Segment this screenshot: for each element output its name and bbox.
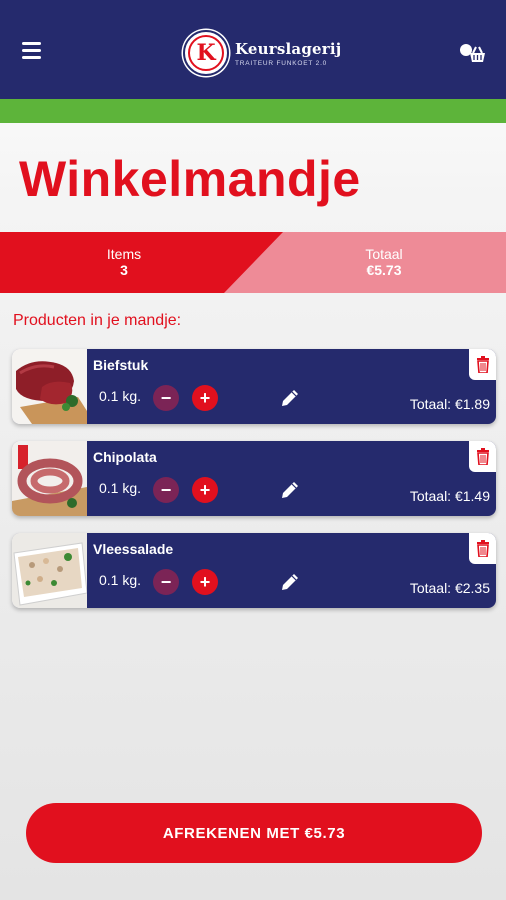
product-card: Chipolata 0.1 kg. − + Totaal: €1.49: [12, 441, 496, 516]
summary-total: Totaal €5.73: [324, 246, 444, 278]
product-card: Vleessalade 0.1 kg. − + Totaal: €2.35: [12, 533, 496, 608]
plus-icon[interactable]: +: [192, 569, 218, 595]
items-value: 3: [120, 262, 128, 278]
product-image: [12, 441, 87, 516]
product-name: Biefstuk: [93, 357, 149, 373]
product-total: Totaal: €2.35: [409, 580, 490, 596]
plus-icon[interactable]: +: [192, 385, 218, 411]
brand-title: Keurslagerij: [235, 39, 342, 58]
plus-icon[interactable]: +: [192, 477, 218, 503]
page-title: Winkelmandje: [19, 151, 361, 207]
cart-icon[interactable]: [458, 40, 488, 66]
section-label: Producten in je mandje:: [13, 312, 182, 329]
brand-subtitle: TRAITEUR FUNKOET 2.0: [235, 59, 328, 67]
total-label: Totaal: [365, 246, 403, 262]
checkout-button[interactable]: AFREKENEN MET €5.73: [26, 803, 482, 863]
product-name: Vleessalade: [93, 541, 174, 557]
menu-icon[interactable]: [22, 42, 46, 62]
product-image: [12, 349, 87, 424]
product-quantity: 0.1 kg.: [99, 388, 142, 404]
items-label: Items: [106, 246, 142, 262]
brand-logo: K Keurslagerij TRAITEUR FUNKOET 2.0: [183, 30, 341, 76]
product-quantity: 0.1 kg.: [99, 480, 142, 496]
logo-emblem: K: [183, 30, 229, 76]
cart-summary: Items 3 Totaal €5.73: [0, 232, 506, 293]
trash-icon[interactable]: [469, 349, 496, 380]
pencil-icon[interactable]: [279, 387, 301, 409]
trash-icon[interactable]: [469, 441, 496, 472]
product-card: Biefstuk 0.1 kg. − + Totaal: €1.89: [12, 349, 496, 424]
total-value: €5.73: [366, 262, 402, 278]
green-accent-strip: [0, 99, 506, 123]
pencil-icon[interactable]: [279, 479, 301, 501]
product-quantity: 0.1 kg.: [99, 572, 142, 588]
minus-icon[interactable]: −: [153, 569, 179, 595]
product-total: Totaal: €1.49: [409, 488, 490, 504]
summary-items: Items 3: [64, 246, 184, 278]
product-name: Chipolata: [93, 449, 157, 465]
product-total: Totaal: €1.89: [409, 396, 490, 412]
trash-icon[interactable]: [469, 533, 496, 564]
pencil-icon[interactable]: [279, 571, 301, 593]
minus-icon[interactable]: −: [153, 477, 179, 503]
product-image: [12, 533, 87, 608]
minus-icon[interactable]: −: [153, 385, 179, 411]
